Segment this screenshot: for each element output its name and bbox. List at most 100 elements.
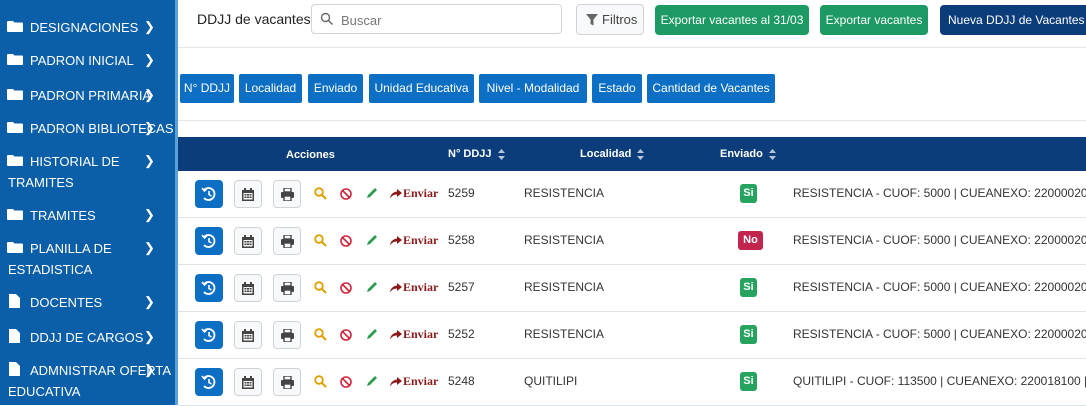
column-toggle-enviado[interactable]: Enviado (308, 74, 363, 103)
sidebar-item-historial-tramites[interactable]: HISTORIAL DE TRAMITES ❯ (0, 153, 175, 192)
table-row: Enviar 5252 RESISTENCIA Si RESISTENCIA -… (178, 312, 1086, 359)
header-localidad-label: Localidad (580, 148, 632, 160)
view-search-icon[interactable] (314, 187, 327, 200)
calendar-button[interactable] (234, 180, 262, 208)
cancel-ban-icon[interactable] (340, 282, 352, 294)
new-ddjj-button[interactable]: Nueva DDJJ de Vacantes (940, 5, 1086, 35)
edit-pencil-icon[interactable] (366, 328, 378, 340)
print-icon (281, 329, 294, 342)
sidebar-item-tramites[interactable]: TRAMITES ❯ (0, 207, 175, 228)
edit-pencil-icon[interactable] (366, 281, 378, 293)
edit-pencil-icon[interactable] (366, 234, 378, 246)
header-localidad[interactable]: Localidad (580, 148, 645, 160)
folder-icon (7, 89, 23, 100)
cancel-ban-icon[interactable] (340, 329, 352, 341)
search-box[interactable] (311, 4, 562, 34)
calendar-button[interactable] (234, 274, 262, 302)
folder-icon (7, 21, 23, 32)
sidebar-item-padron-bibliotecas[interactable]: PADRON BIBLIOTECAS ❯ (0, 120, 175, 141)
sidebar-item-planilla-estadistica[interactable]: PLANILLA DE ESTADISTICA ❯ (0, 240, 175, 279)
sidebar-item-label: TRAMITES (30, 208, 96, 223)
cell-localidad: QUITILIPI (524, 374, 578, 388)
chevron-right-icon: ❯ (144, 240, 155, 255)
sidebar-item-label: PADRON INICIAL (30, 53, 134, 68)
send-link[interactable]: Enviar (390, 327, 438, 342)
column-toggle-cantidad-vacantes[interactable]: Cantidad de Vacantes (647, 74, 775, 103)
filter-button[interactable]: Filtros (576, 4, 644, 35)
cancel-ban-icon[interactable] (340, 235, 352, 247)
column-toggle-nivel-modalidad[interactable]: Nivel - Modalidad (479, 74, 587, 103)
calendar-button[interactable] (234, 321, 262, 349)
file-icon (9, 362, 20, 376)
cell-localidad: RESISTENCIA (524, 233, 605, 247)
sidebar-item-administrar-oferta[interactable]: ADMNISTRAR OFERTA EDUCATIVA ❯ (0, 362, 175, 403)
column-toggle-localidad[interactable]: Localidad (239, 74, 302, 103)
print-button[interactable] (273, 274, 301, 302)
history-icon (201, 187, 216, 201)
sidebar-item-designaciones[interactable]: DESIGNACIONES ❯ (0, 19, 175, 40)
sidebar-item-docentes[interactable]: DOCENTES ❯ (0, 294, 175, 315)
sidebar-item-padron-primaria[interactable]: PADRON PRIMARIA ❯ (0, 87, 175, 108)
export-vacantes-button[interactable]: Exportar vacantes (820, 5, 928, 35)
status-badge: Si (740, 184, 757, 203)
sidebar-item-label-line2: TRAMITES (8, 175, 74, 190)
print-button[interactable] (273, 321, 301, 349)
view-search-icon[interactable] (314, 375, 327, 388)
send-link[interactable]: Enviar (390, 186, 438, 201)
edit-pencil-icon[interactable] (366, 187, 378, 199)
print-button[interactable] (273, 180, 301, 208)
header-enviado[interactable]: Enviado (720, 148, 776, 160)
send-link-label: Enviar (403, 233, 439, 247)
print-icon (281, 376, 294, 389)
sidebar-item-padron-inicial[interactable]: PADRON INICIAL ❯ (0, 52, 175, 73)
export-vacantes-3103-button[interactable]: Exportar vacantes al 31/03 (655, 5, 809, 35)
view-search-icon[interactable] (314, 328, 327, 341)
view-search-icon[interactable] (314, 281, 327, 294)
view-search-icon[interactable] (314, 234, 327, 247)
status-badge: No (738, 231, 763, 250)
calendar-button[interactable] (234, 368, 262, 396)
cell-unidad-educativa: RESISTENCIA - CUOF: 5000 | CUEANEXO: 220… (793, 327, 1086, 341)
cell-unidad-educativa: RESISTENCIA - CUOF: 5000 | CUEANEXO: 220… (793, 233, 1086, 247)
send-link-label: Enviar (403, 186, 439, 200)
history-button[interactable] (195, 274, 223, 302)
history-icon (201, 375, 216, 389)
print-button[interactable] (273, 227, 301, 255)
send-link[interactable]: Enviar (390, 374, 438, 389)
status-badge: Si (740, 372, 757, 391)
send-link-label: Enviar (403, 374, 439, 388)
folder-icon (7, 242, 23, 253)
column-toggle-estado[interactable]: Estado (592, 74, 642, 103)
history-button[interactable] (195, 227, 223, 255)
divider (178, 47, 1086, 48)
calendar-icon (242, 188, 254, 201)
folder-icon (7, 122, 23, 133)
cancel-ban-icon[interactable] (340, 376, 352, 388)
history-button[interactable] (195, 321, 223, 349)
edit-pencil-icon[interactable] (366, 375, 378, 387)
sidebar-item-label: PLANILLA DE (30, 241, 112, 256)
column-toggle-num[interactable]: N° DDJJ (180, 74, 234, 103)
calendar-button[interactable] (234, 227, 262, 255)
sidebar-item-ddjj-cargos[interactable]: DDJJ DE CARGOS ❯ (0, 329, 175, 350)
cell-localidad: RESISTENCIA (524, 186, 605, 200)
column-toggle-unidad-educativa[interactable]: Unidad Educativa (369, 74, 474, 103)
send-link[interactable]: Enviar (390, 280, 438, 295)
send-link[interactable]: Enviar (390, 233, 438, 248)
table-row: Enviar 5258 RESISTENCIA No RESISTENCIA -… (178, 218, 1086, 265)
history-button[interactable] (195, 180, 223, 208)
calendar-icon (242, 329, 254, 342)
cell-localidad: RESISTENCIA (524, 327, 605, 341)
share-arrow-icon (390, 330, 402, 340)
print-button[interactable] (273, 368, 301, 396)
cell-localidad: RESISTENCIA (524, 280, 605, 294)
header-num-ddjj[interactable]: N° DDJJ (448, 148, 505, 160)
cell-unidad-educativa: RESISTENCIA - CUOF: 5000 | CUEANEXO: 220… (793, 186, 1086, 200)
cell-num-ddjj: 5257 (448, 280, 475, 294)
search-input[interactable] (339, 10, 553, 30)
sidebar-item-label: PADRON PRIMARIA (30, 88, 152, 103)
chevron-right-icon: ❯ (144, 294, 155, 309)
sort-icon (497, 148, 505, 160)
cancel-ban-icon[interactable] (340, 188, 352, 200)
history-button[interactable] (195, 368, 223, 396)
